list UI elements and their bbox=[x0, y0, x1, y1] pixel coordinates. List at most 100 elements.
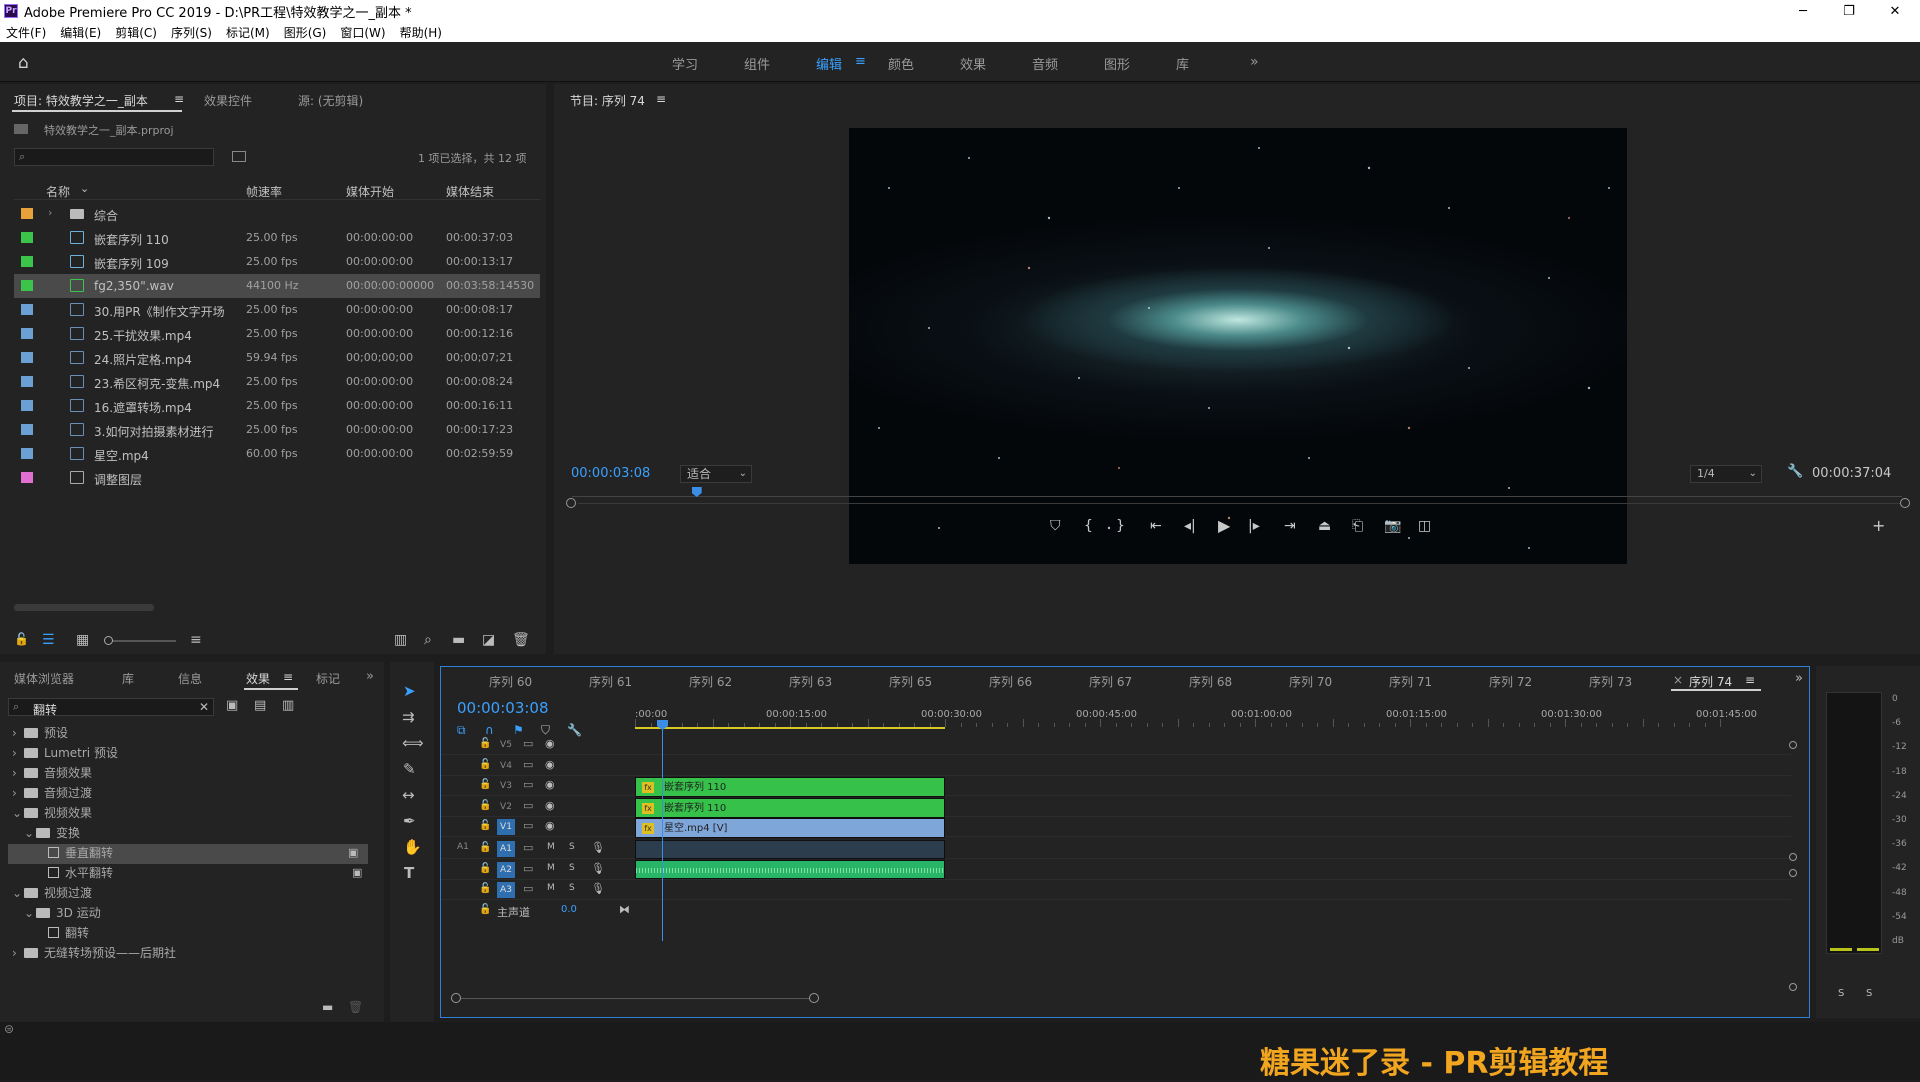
effects-tree-item[interactable]: › 音频过渡 bbox=[12, 784, 372, 804]
menu-help[interactable]: 帮助(H) bbox=[400, 24, 442, 41]
find-icon[interactable]: ⌕ bbox=[424, 632, 432, 648]
track-label[interactable]: V3 bbox=[497, 778, 515, 794]
clip-starfield-v1[interactable]: fx 星空.mp4 [V] bbox=[635, 818, 945, 838]
selection-tool-icon[interactable]: ➤ bbox=[403, 682, 416, 700]
sync-lock-icon[interactable]: ▭ bbox=[523, 819, 533, 832]
item-name[interactable]: 16.遮罩转场.mp4 bbox=[94, 399, 192, 416]
a-scroll-top-handle[interactable] bbox=[1789, 869, 1797, 877]
sequence-tab[interactable]: 序列 67 bbox=[1089, 673, 1132, 690]
sync-lock-icon[interactable]: ▭ bbox=[523, 862, 533, 875]
lock-icon[interactable]: 🔓 bbox=[14, 632, 29, 646]
item-name[interactable]: 3.如何对拍摄素材进行 bbox=[94, 423, 213, 440]
go-to-out-icon[interactable]: ⇥ bbox=[1284, 518, 1296, 534]
minimize-icon[interactable]: ─ bbox=[1780, 0, 1826, 22]
workspace-tab-effects[interactable]: 效果 bbox=[960, 54, 986, 73]
item-name[interactable]: 24.照片定格.mp4 bbox=[94, 351, 192, 368]
sort-icons-icon[interactable]: ≡ bbox=[190, 632, 202, 648]
tree-chevron-icon[interactable]: ⌄ bbox=[24, 826, 36, 840]
column-name[interactable]: 名称 bbox=[46, 183, 70, 200]
zoom-scroll-end-handle[interactable] bbox=[1900, 498, 1910, 508]
clip-audio-a1[interactable] bbox=[635, 840, 945, 859]
zoom-slider[interactable] bbox=[106, 640, 176, 642]
label-color-swatch[interactable] bbox=[21, 328, 33, 339]
project-item-row[interactable]: › 综合 bbox=[14, 202, 540, 226]
tab-effects[interactable]: 效果 bbox=[246, 670, 270, 687]
menu-window[interactable]: 窗口(W) bbox=[340, 24, 385, 41]
lock-track-icon[interactable]: 🔓 bbox=[479, 800, 491, 811]
meter-solo-right[interactable]: S bbox=[1866, 988, 1872, 999]
sync-lock-icon[interactable]: ▭ bbox=[523, 737, 533, 750]
tab-project[interactable]: 项目: 特效教学之一_副本 bbox=[14, 92, 148, 109]
label-color-swatch[interactable] bbox=[21, 376, 33, 387]
lock-track-icon[interactable]: 🔓 bbox=[479, 738, 491, 749]
pen-tool-icon[interactable]: ✒ bbox=[403, 812, 416, 830]
tree-chevron-icon[interactable]: › bbox=[12, 946, 24, 960]
type-tool-icon[interactable]: T bbox=[404, 864, 414, 882]
close-icon[interactable]: ✕ bbox=[1872, 0, 1918, 22]
effects-tree-item[interactable]: ⌄ 变换 bbox=[12, 824, 372, 844]
tab-media-browser[interactable]: 媒体浏览器 bbox=[14, 670, 74, 687]
label-color-swatch[interactable] bbox=[21, 400, 33, 411]
slip-tool-icon[interactable]: ↔ bbox=[402, 786, 415, 804]
column-frame-rate[interactable]: 帧速率 bbox=[246, 183, 282, 200]
track-visibility-eye-icon[interactable]: ◉ bbox=[545, 737, 555, 750]
new-item-icon[interactable]: ◪ bbox=[482, 632, 495, 648]
clip-audio-a2[interactable] bbox=[635, 860, 945, 879]
menu-clip[interactable]: 剪辑(C) bbox=[115, 24, 157, 41]
sequence-tab[interactable]: 序列 73 bbox=[1589, 673, 1632, 690]
expand-chevron-icon[interactable]: › bbox=[48, 206, 52, 219]
column-media-start[interactable]: 媒体开始 bbox=[346, 183, 394, 200]
lock-track-icon[interactable]: 🔓 bbox=[479, 759, 491, 770]
timeline-timecode[interactable]: 00:00:03:08 bbox=[457, 699, 549, 717]
project-item-row[interactable]: 3.如何对拍摄素材进行 25.00 fps 00:00:00:00 00:00:17:… bbox=[14, 418, 540, 442]
sort-chevron-icon[interactable]: ⌄ bbox=[80, 182, 89, 195]
close-tab-icon[interactable]: × bbox=[1673, 673, 1683, 687]
ripple-edit-tool-icon[interactable]: ⟺ bbox=[402, 734, 424, 752]
workspace-tab-editing[interactable]: 编辑 bbox=[816, 54, 842, 73]
yuv-effects-icon[interactable]: ▥ bbox=[282, 698, 294, 713]
tab-program[interactable]: 节目: 序列 74 bbox=[570, 92, 645, 109]
item-name[interactable]: 25.干扰效果.mp4 bbox=[94, 327, 192, 344]
project-item-row[interactable]: 24.照片定格.mp4 59.94 fps 00;00;00;00 00;00;07;… bbox=[14, 346, 540, 370]
menu-edit[interactable]: 编辑(E) bbox=[60, 24, 101, 41]
zoom-scroll-start-handle[interactable] bbox=[566, 498, 576, 508]
item-name[interactable]: 23.希区柯克-变焦.mp4 bbox=[94, 375, 220, 392]
panel-menu-icon[interactable]: ≡ bbox=[656, 92, 666, 106]
item-name[interactable]: 星空.mp4 bbox=[94, 447, 149, 464]
workspace-tab-color[interactable]: 颜色 bbox=[888, 54, 914, 73]
program-timecode[interactable]: 00:00:03:08 bbox=[571, 466, 650, 481]
item-name[interactable]: 嵌套序列 110 bbox=[94, 231, 169, 248]
tab-effect-controls[interactable]: 效果控件 bbox=[204, 92, 252, 109]
solo-button[interactable]: S bbox=[569, 842, 575, 852]
tree-chevron-icon[interactable]: › bbox=[12, 766, 24, 780]
effects-search-input[interactable]: ⌕ 翻转 ✕ bbox=[8, 698, 214, 717]
new-custom-bin-icon[interactable]: ▬ bbox=[322, 1000, 333, 1014]
track-label[interactable]: A1 bbox=[497, 841, 515, 857]
project-item-row[interactable]: fg2,350".wav 44100 Hz 00:00:00:00000 00:03:… bbox=[14, 274, 540, 298]
project-item-row[interactable]: 调整图层 bbox=[14, 466, 540, 490]
sequence-tab[interactable]: 序列 66 bbox=[989, 673, 1032, 690]
track-visibility-eye-icon[interactable]: ◉ bbox=[545, 799, 555, 812]
program-time-ruler[interactable] bbox=[572, 486, 1902, 502]
workspace-menu-icon[interactable]: ≡ bbox=[855, 54, 866, 69]
track-select-tool-icon[interactable]: ⇉ bbox=[402, 708, 415, 726]
panel-menu-icon[interactable]: ≡ bbox=[174, 92, 184, 106]
tree-chevron-icon[interactable]: ⌄ bbox=[12, 806, 24, 820]
lock-track-icon[interactable]: 🔓 bbox=[479, 904, 491, 915]
sequence-tab[interactable]: 序列 63 bbox=[789, 673, 832, 690]
effects-tree-item[interactable]: ⌄ 3D 运动 bbox=[12, 904, 372, 924]
menu-graphics[interactable]: 图形(G) bbox=[284, 24, 327, 41]
clip-nested-sequence-v2[interactable]: fx 嵌套序列 110 bbox=[635, 797, 945, 818]
tab-source[interactable]: 源: (无剪辑) bbox=[298, 92, 363, 109]
track-label[interactable]: A2 bbox=[497, 861, 515, 878]
resolution-dropdown[interactable]: 1/4 ⌄ bbox=[1690, 465, 1762, 483]
play-icon[interactable]: ▶ bbox=[1218, 516, 1230, 535]
track-label[interactable]: V4 bbox=[497, 758, 515, 774]
project-item-row[interactable]: 嵌套序列 109 25.00 fps 00:00:00:00 00:00:13:17 bbox=[14, 250, 540, 274]
label-color-swatch[interactable] bbox=[21, 280, 33, 291]
item-name[interactable]: 综合 bbox=[94, 207, 118, 224]
sync-lock-icon[interactable]: ▭ bbox=[523, 841, 533, 854]
mark-out-icon[interactable]: } bbox=[1116, 518, 1125, 534]
label-color-swatch[interactable] bbox=[21, 472, 33, 483]
accelerated-effects-icon[interactable]: ▣ bbox=[226, 698, 238, 713]
